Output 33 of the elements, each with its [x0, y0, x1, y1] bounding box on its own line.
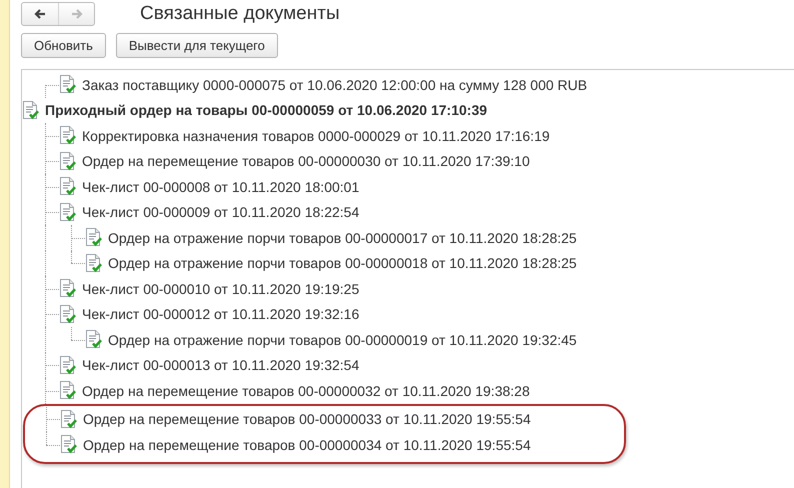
tree-item[interactable]: Ордер на перемещение товаров 00-00000032 от 10.11.2020 19:38:28	[82, 382, 530, 399]
tree-item[interactable]: Ордер на перемещение товаров 00-00000034 от 10.11.2020 19:55:54	[83, 436, 531, 453]
document-icon	[22, 100, 39, 120]
document-icon	[85, 228, 102, 248]
show-current-button[interactable]: Вывести для текущего	[116, 33, 278, 58]
tree-item[interactable]: Чек-лист 00-000013 от 10.11.2020 19:32:54	[82, 357, 360, 374]
document-icon	[59, 126, 76, 146]
tree-item[interactable]: Чек-лист 00-000010 от 10.11.2020 19:19:25	[82, 280, 360, 297]
document-icon	[85, 330, 102, 350]
tree-item[interactable]: Ордер на перемещение товаров 00-00000033 от 10.11.2020 19:55:54	[83, 411, 531, 428]
document-icon	[59, 381, 76, 400]
tree-item[interactable]: Корректировка назначения товаров 0000-000029 от 10.11.2020 17:16:19	[82, 128, 550, 144]
document-icon	[60, 410, 77, 429]
document-icon	[59, 356, 76, 375]
tree-item[interactable]: Ордер на отражение порчи товаров 00-00000018 от 10.11.2020 18:28:25	[108, 255, 577, 272]
document-icon	[59, 304, 76, 324]
tree-item[interactable]: Чек-лист 00-000009 от 10.11.2020 18:22:54	[82, 204, 360, 220]
tree-item[interactable]: Чек-лист 00-000012 от 10.11.2020 19:32:16	[82, 306, 360, 322]
document-icon	[59, 177, 76, 196]
document-icon	[59, 152, 76, 171]
tree-item[interactable]: Заказ поставщику 0000-000075 от 10.06.2020 12:00:00 на сумму 128 000 RUB	[82, 76, 588, 93]
document-title[interactable]: Приходный ордер на товары 00-00000059 от 10.06.2020 17:10:39	[45, 102, 488, 118]
document-icon	[85, 254, 102, 273]
document-icon	[60, 435, 77, 454]
refresh-button[interactable]: Обновить	[21, 33, 106, 58]
tree-item[interactable]: Ордер на перемещение товаров 00-00000030 от 10.11.2020 17:39:10	[82, 153, 530, 170]
window-title: Связанные документы	[140, 2, 340, 24]
tree-item[interactable]: Чек-лист 00-000008 от 10.11.2020 18:00:01	[82, 178, 360, 195]
document-icon	[59, 75, 76, 94]
tree-item[interactable]: Ордер на отражение порчи товаров 00-00000019 от 10.11.2020 19:32:45	[108, 332, 577, 348]
tree-item[interactable]: Ордер на отражение порчи товаров 00-00000017 от 10.11.2020 18:28:25	[108, 230, 577, 246]
document-icon	[59, 202, 76, 222]
document-icon	[59, 279, 76, 298]
